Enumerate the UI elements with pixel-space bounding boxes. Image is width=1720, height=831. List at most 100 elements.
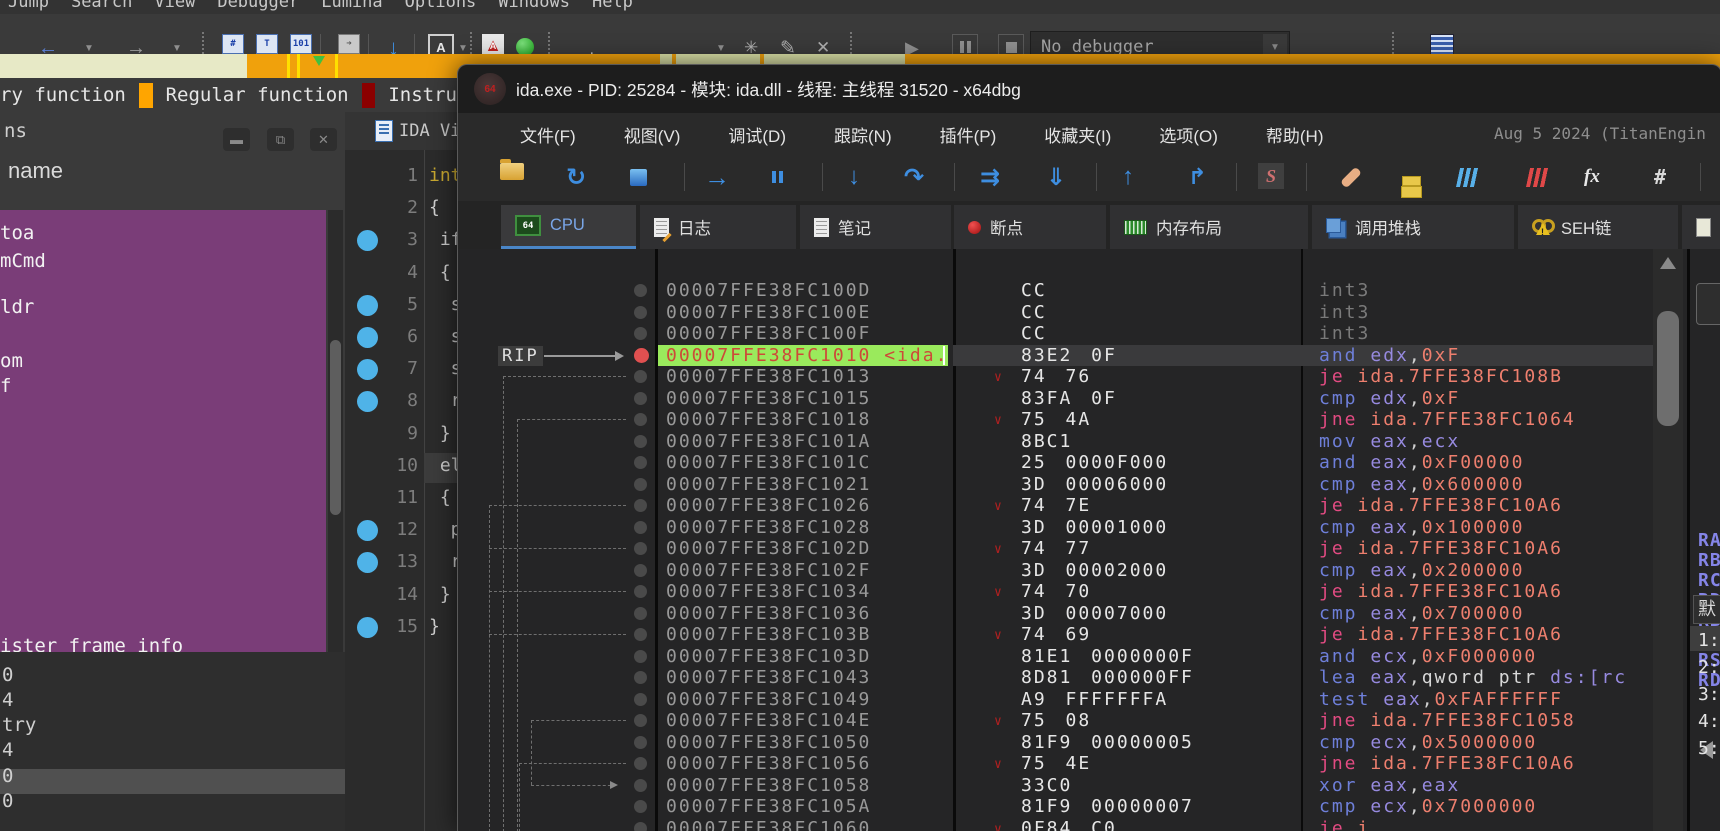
- disassembly-scrollbar[interactable]: [1653, 249, 1683, 831]
- trace-dot[interactable]: [634, 456, 647, 469]
- trace-dot[interactable]: [634, 284, 647, 297]
- disasm-row[interactable]: 00007FFE38FC102F 3D 00002000 cmp eax,0x200…: [458, 560, 1653, 582]
- tab-笔记[interactable]: 笔记: [800, 205, 951, 249]
- argument-row[interactable]: 4:: [1698, 711, 1720, 732]
- ida-menu-view[interactable]: View: [154, 0, 195, 12]
- disasm-row[interactable]: 00007FFE38FC103B ∨ 74 69 je ida.7FFE38FC10A…: [458, 624, 1653, 646]
- disasm-row[interactable]: 00007FFE38FC1043 8D81 000000FF lea eax,qwo…: [458, 667, 1653, 689]
- trace-dot[interactable]: [634, 671, 647, 684]
- x64dbg-menu-item[interactable]: 文件(F): [520, 122, 576, 147]
- trace-dot[interactable]: [634, 714, 647, 727]
- disasm-row[interactable]: 00007FFE38FC1015 83FA 0F cmp edx,0xF: [458, 388, 1653, 410]
- function-item[interactable]: ldr: [0, 296, 34, 318]
- tab-断点[interactable]: 断点: [954, 205, 1106, 249]
- functions-column-header[interactable]: name: [8, 158, 63, 184]
- patch-icon[interactable]: [1340, 163, 1362, 191]
- trace-dot[interactable]: [634, 649, 647, 663]
- dock-minimize-icon[interactable]: ▬: [223, 128, 250, 151]
- jump-text-icon[interactable]: T: [256, 34, 278, 54]
- dock-float-icon[interactable]: ⧉: [267, 128, 294, 151]
- trace-dot[interactable]: [634, 305, 647, 319]
- rip-breakpoint-dot[interactable]: [634, 347, 649, 363]
- disasm-row[interactable]: 00007FFE38FC1034 ∨ 74 70 je ida.7FFE38FC10A…: [458, 581, 1653, 603]
- functions-scrollbar[interactable]: [328, 210, 343, 652]
- argument-row[interactable]: 3:: [1698, 684, 1720, 705]
- trace-dot[interactable]: [634, 800, 647, 813]
- function-item[interactable]: f: [0, 375, 11, 397]
- disasm-row[interactable]: 00007FFE38FC102D ∨ 74 77 je ida.7FFE38FC10A…: [458, 538, 1653, 560]
- bottom-row[interactable]: 0: [2, 664, 13, 686]
- tab-内存布局[interactable]: 内存布局: [1110, 205, 1308, 249]
- disasm-row[interactable]: 00007FFE38FC1028 3D 00001000 cmp eax,0x100…: [458, 517, 1653, 539]
- ida-menu-search[interactable]: Search: [71, 0, 132, 12]
- trace-dot[interactable]: [634, 499, 647, 512]
- disasm-row[interactable]: 00007FFE38FC1013 ∨ 74 76 je ida.7FFE38FC108…: [458, 366, 1653, 388]
- disasm-row[interactable]: 00007FFE38FC1056 ∨ 75 4E jne ida.7FFE38FC10…: [458, 753, 1653, 775]
- bottom-row[interactable]: try: [2, 714, 36, 736]
- disasm-row[interactable]: 00007FFE38FC1049 A9 FFFFFFFA test eax,0xFA…: [458, 689, 1653, 711]
- x64dbg-menu-item[interactable]: 收藏夹(I): [1044, 122, 1111, 147]
- ida-menu-windows[interactable]: Windows: [498, 0, 570, 12]
- scroll-up-icon[interactable]: [1660, 257, 1676, 269]
- disasm-row[interactable]: 00007FFE38FC105A 81F9 00000007 cmp ecx,0x7…: [458, 796, 1653, 818]
- trace-dot[interactable]: [634, 778, 647, 792]
- register-name[interactable]: RB: [1698, 550, 1720, 571]
- argument-row[interactable]: 2:: [1698, 657, 1720, 678]
- tab-SEH链[interactable]: ! SEH链: [1518, 205, 1678, 249]
- disasm-row[interactable]: 00007FFE38FC100E CC int3: [458, 302, 1653, 324]
- open-folder-icon[interactable]: [500, 159, 524, 180]
- trace-dot[interactable]: [634, 821, 647, 831]
- register-name[interactable]: RC: [1698, 570, 1720, 591]
- bottom-row[interactable]: 0: [2, 765, 13, 787]
- ida-menu-lumina[interactable]: Lumina: [321, 0, 382, 12]
- trace-dot[interactable]: [634, 563, 647, 577]
- animate-icon[interactable]: S: [1258, 163, 1284, 189]
- step-out-icon[interactable]: ↑: [1122, 163, 1134, 191]
- disasm-row[interactable]: 00007FFE38FC101C 25 0000F000 and eax,0xF00…: [458, 452, 1653, 474]
- disasm-row[interactable]: 00007FFE38FC1021 3D 00006000 cmp eax,0x600…: [458, 474, 1653, 496]
- trace-dot[interactable]: [634, 477, 647, 491]
- tab-CPU[interactable]: 64 CPU: [501, 205, 636, 249]
- trace-dot[interactable]: [634, 391, 647, 405]
- trace-dot[interactable]: [634, 735, 647, 749]
- x64dbg-titlebar[interactable]: 64 ida.exe - PID: 25284 - 模块: ida.dll - …: [458, 65, 1720, 113]
- functions-scrollbar-thumb[interactable]: [330, 340, 341, 515]
- ribbon-red-icon[interactable]: [1525, 163, 1550, 191]
- x64dbg-menu-item[interactable]: 插件(P): [940, 122, 997, 147]
- step-into-icon[interactable]: ↓: [848, 163, 860, 191]
- trace-dot[interactable]: [634, 520, 647, 534]
- bottom-row[interactable]: 4: [2, 689, 13, 711]
- trace-dot[interactable]: [634, 606, 647, 620]
- ida-menu-jump[interactable]: Jump: [8, 0, 49, 12]
- tab-日志[interactable]: 日志: [640, 205, 796, 249]
- ida-menu-debugger[interactable]: Debugger: [217, 0, 299, 12]
- tab-调用堆栈[interactable]: 调用堆栈: [1312, 205, 1514, 249]
- ida-menu-help[interactable]: Help: [592, 0, 633, 12]
- function-item[interactable]: om: [0, 350, 23, 372]
- x64dbg-menu-item[interactable]: 选项(O): [1159, 122, 1218, 147]
- argument-row[interactable]: 1:: [1698, 630, 1720, 651]
- stop-icon[interactable]: [630, 163, 647, 191]
- disasm-row[interactable]: 00007FFE38FC1010 <ida. 83E2 0F and edx,0xF: [458, 345, 1653, 367]
- run-icon[interactable]: →: [704, 162, 730, 192]
- bottom-row[interactable]: 4: [2, 739, 13, 761]
- pause-icon[interactable]: [770, 163, 784, 191]
- register-pane[interactable]: RARBRCRDRBRSRSRD 默 1:2:3:4:5:: [1687, 249, 1720, 831]
- disasm-row[interactable]: 00007FFE38FC103D 81E1 0000000F and ecx,0xF…: [458, 646, 1653, 668]
- trace-dot[interactable]: [634, 585, 647, 598]
- ribbon-blue-icon[interactable]: [1455, 163, 1480, 191]
- run-to-cursor-icon[interactable]: ⇉: [980, 163, 1000, 191]
- disasm-row[interactable]: 00007FFE38FC100F CC int3: [458, 323, 1653, 345]
- disasm-row[interactable]: 00007FFE38FC1060 ∨ 0F84 C0 je i: [458, 818, 1653, 831]
- functions-bottom-rows[interactable]: 0 4 try 4 0 0: [0, 652, 345, 831]
- function-item[interactable]: mCmd: [0, 250, 46, 272]
- disasm-row[interactable]: 00007FFE38FC1058 33C0 xor eax,eax: [458, 775, 1653, 797]
- disasm-row[interactable]: 00007FFE38FC1026 ∨ 74 7E je ida.7FFE38FC10A…: [458, 495, 1653, 517]
- search-icon[interactable]: ➜: [338, 34, 360, 54]
- comment-icon[interactable]: [1402, 167, 1421, 195]
- calling-convention-box[interactable]: 默: [1693, 595, 1720, 624]
- function-item[interactable]: toa: [0, 222, 34, 244]
- register-name[interactable]: RA: [1698, 530, 1720, 551]
- ida-menu-options[interactable]: Options: [405, 0, 477, 12]
- disasm-row[interactable]: 00007FFE38FC101A 8BC1 mov eax,ecx: [458, 431, 1653, 453]
